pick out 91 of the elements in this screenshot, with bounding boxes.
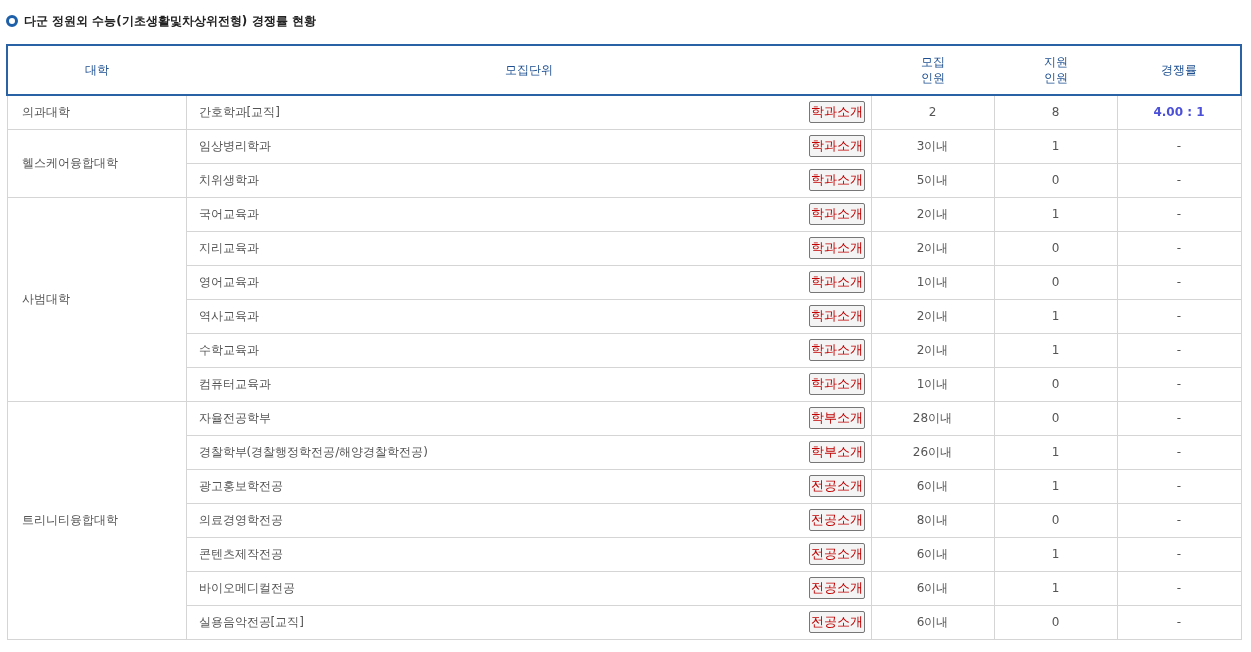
- applicants-cell: 0: [994, 503, 1117, 537]
- applicants-cell: 0: [994, 231, 1117, 265]
- bullet-icon: [6, 15, 18, 27]
- applicants-cell: 1: [994, 435, 1117, 469]
- intro-button[interactable]: 전공소개: [808, 509, 865, 531]
- ratio-cell: -: [1117, 231, 1241, 265]
- quota-cell: 2이내: [871, 231, 994, 265]
- college-cell: 헬스케어융합대학: [7, 129, 186, 197]
- applicants-cell: 1: [994, 469, 1117, 503]
- applicants-cell: 1: [994, 129, 1117, 163]
- intro-button[interactable]: 전공소개: [808, 543, 865, 565]
- column-header: 모집 인원: [871, 45, 994, 95]
- intro-button[interactable]: 학과소개: [808, 373, 865, 395]
- intro-button[interactable]: 학과소개: [808, 203, 865, 225]
- unit-name: 수학교육과: [198, 342, 259, 359]
- quota-cell: 8이내: [871, 503, 994, 537]
- ratio-cell: -: [1117, 265, 1241, 299]
- ratio-cell: -: [1117, 605, 1241, 639]
- intro-button[interactable]: 학과소개: [808, 135, 865, 157]
- ratio-cell: 4.00 : 1: [1117, 95, 1241, 129]
- ratio-cell: -: [1117, 333, 1241, 367]
- ratio-cell: -: [1117, 571, 1241, 605]
- intro-button[interactable]: 학과소개: [808, 305, 865, 327]
- applicants-cell: 0: [994, 163, 1117, 197]
- intro-button[interactable]: 학과소개: [808, 169, 865, 191]
- ratio-cell: -: [1117, 163, 1241, 197]
- applicants-cell: 0: [994, 401, 1117, 435]
- intro-button[interactable]: 전공소개: [808, 577, 865, 599]
- quota-cell: 6이내: [871, 537, 994, 571]
- unit-name: 간호학과[교직]: [198, 104, 280, 122]
- intro-button[interactable]: 학과소개: [808, 101, 865, 124]
- applicants-cell: 0: [994, 265, 1117, 299]
- applicants-cell: 1: [994, 197, 1117, 231]
- column-header: 지원 인원: [994, 45, 1117, 95]
- ratio-cell: -: [1117, 537, 1241, 571]
- ratio-cell: -: [1117, 197, 1241, 231]
- unit-name: 경찰학부(경찰행정학전공/해양경찰학전공): [198, 444, 428, 461]
- quota-cell: 2이내: [871, 197, 994, 231]
- quota-cell: 2이내: [871, 299, 994, 333]
- column-header: 대학: [7, 45, 186, 95]
- unit-name: 자율전공학부: [198, 410, 271, 427]
- applicants-cell: 1: [994, 333, 1117, 367]
- unit-name: 임상병리학과: [198, 138, 271, 155]
- quota-cell: 3이내: [871, 129, 994, 163]
- ratio-cell: -: [1117, 367, 1241, 401]
- intro-button[interactable]: 학과소개: [808, 271, 865, 293]
- unit-name: 치위생학과: [198, 172, 259, 189]
- unit-name: 컴퓨터교육과: [198, 376, 271, 393]
- unit-name: 바이오메디컬전공: [198, 580, 295, 597]
- applicants-cell: 8: [994, 95, 1117, 129]
- ratio-cell: -: [1117, 299, 1241, 333]
- intro-button[interactable]: 학과소개: [808, 237, 865, 259]
- unit-name: 실용음악전공[교직]: [198, 614, 304, 631]
- college-cell: 의과대학: [7, 95, 186, 129]
- quota-cell: 6이내: [871, 605, 994, 639]
- unit-name: 광고홍보학전공: [198, 478, 283, 495]
- quota-cell: 6이내: [871, 469, 994, 503]
- quota-cell: 2이내: [871, 333, 994, 367]
- unit-name: 역사교육과: [198, 308, 259, 325]
- unit-name: 지리교육과: [198, 240, 259, 257]
- applicants-cell: 1: [994, 299, 1117, 333]
- column-header: 경쟁률: [1117, 45, 1241, 95]
- applicants-cell: 1: [994, 571, 1117, 605]
- intro-button[interactable]: 전공소개: [808, 611, 865, 633]
- unit-name: 영어교육과: [198, 274, 259, 291]
- college-cell: 사범대학: [7, 197, 186, 401]
- unit-name: 콘텐츠제작전공: [198, 546, 283, 563]
- ratio-cell: -: [1117, 401, 1241, 435]
- ratio-cell: -: [1117, 503, 1241, 537]
- applicants-cell: 0: [994, 605, 1117, 639]
- intro-button[interactable]: 전공소개: [808, 475, 865, 497]
- ratio-cell: -: [1117, 129, 1241, 163]
- ratio-cell: -: [1117, 469, 1241, 503]
- ratio-cell: -: [1117, 435, 1241, 469]
- intro-button[interactable]: 학부소개: [808, 407, 865, 429]
- quota-cell: 26이내: [871, 435, 994, 469]
- college-cell: 트리니티융합대학: [7, 401, 186, 639]
- quota-cell: 2: [871, 95, 994, 129]
- intro-button[interactable]: 학과소개: [808, 339, 865, 361]
- quota-cell: 5이내: [871, 163, 994, 197]
- quota-cell: 1이내: [871, 265, 994, 299]
- applicants-cell: 0: [994, 367, 1117, 401]
- section-title: 다군 정원외 수능(기초생활및차상위전형) 경쟁률 현황: [24, 13, 316, 30]
- quota-cell: 1이내: [871, 367, 994, 401]
- column-header: 모집단위: [186, 45, 871, 95]
- unit-name: 의료경영학전공: [198, 512, 283, 529]
- applicants-cell: 1: [994, 537, 1117, 571]
- quota-cell: 6이내: [871, 571, 994, 605]
- unit-name: 국어교육과: [198, 206, 259, 223]
- quota-cell: 28이내: [871, 401, 994, 435]
- intro-button[interactable]: 학부소개: [808, 441, 865, 463]
